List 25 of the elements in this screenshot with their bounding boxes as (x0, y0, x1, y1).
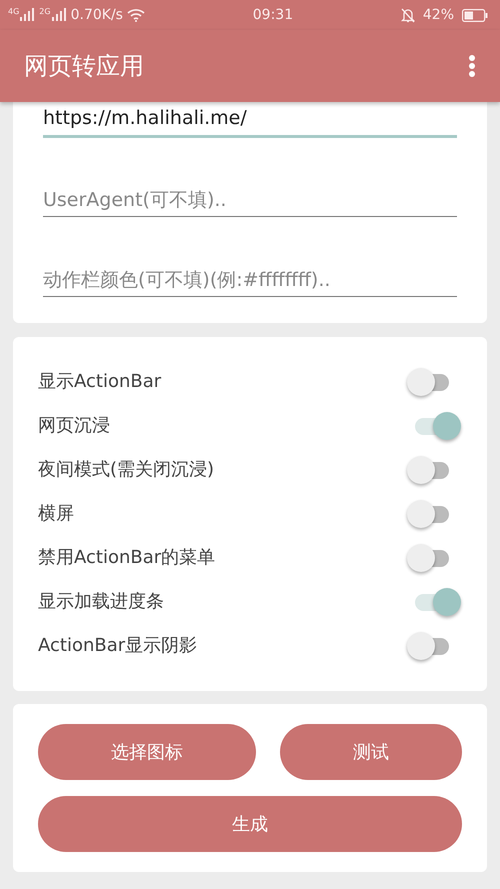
text-field[interactable]: UserAgent(可不填).. (43, 182, 457, 218)
network-type-label: 4G (8, 8, 20, 16)
setting-label: 横屏 (38, 502, 74, 526)
setting-label: 显示ActionBar (38, 370, 162, 394)
network-type-label: 2G (39, 8, 51, 16)
setting-label: ActionBar显示阴影 (38, 634, 198, 658)
bell-muted-icon (400, 8, 415, 22)
action-button[interactable]: 选择图标 (38, 724, 256, 780)
battery-icon (462, 8, 488, 22)
action-button[interactable]: 测试 (280, 724, 462, 780)
setting-label: 显示加载进度条 (38, 590, 164, 614)
battery-percent: 42% (422, 6, 454, 24)
signal-icon (19, 8, 36, 22)
setting-label: 禁用ActionBar的菜单 (38, 546, 216, 570)
setting-label: 网页沉浸 (38, 414, 110, 438)
network-speed: 0.70K/s (70, 6, 123, 24)
setting-label: 夜间模式(需关闭沉浸) (38, 458, 214, 482)
text-field[interactable]: 动作栏颜色(可不填)(例:#ffffffff).. (43, 262, 457, 297)
clock-time: 09:31 (252, 6, 294, 24)
signal-icon (50, 8, 67, 22)
action-button[interactable]: 生成 (38, 796, 462, 852)
wifi-icon (126, 8, 145, 22)
text-field[interactable]: https://m.halihali.me/ (43, 100, 457, 138)
app-title: 网页转应用 (24, 51, 144, 82)
more-menu-icon[interactable] (468, 54, 476, 78)
